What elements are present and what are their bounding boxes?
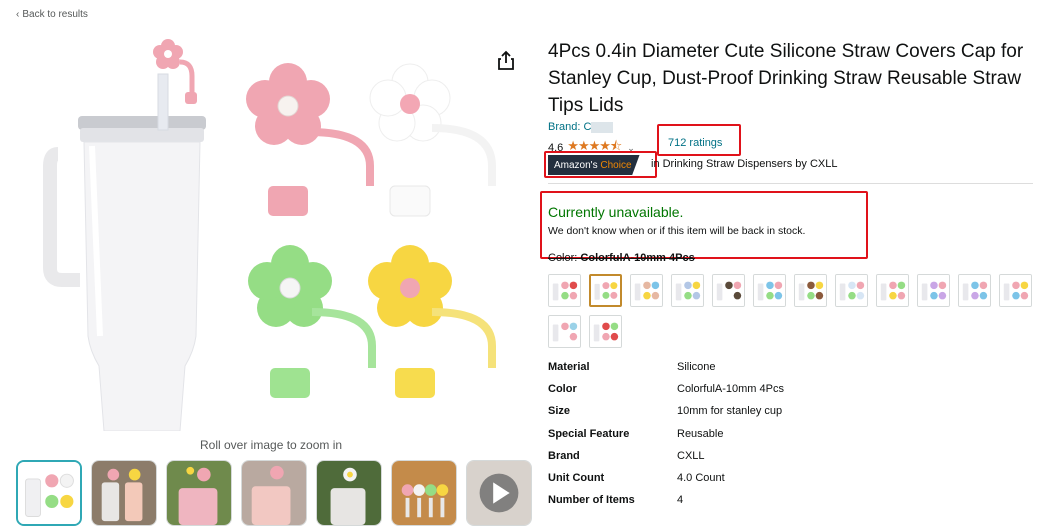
- selected-color-label: Color: ColorfulA-10mm 4Pcs: [548, 252, 695, 264]
- spec-row: Size 10mm for stanley cup: [548, 400, 784, 422]
- spec-row: Special Feature Reusable: [548, 423, 784, 445]
- divider: [548, 183, 1033, 184]
- annotation-box-availability: [540, 191, 868, 259]
- color-swatch[interactable]: [630, 274, 663, 307]
- spec-value: 10mm for stanley cup: [677, 405, 783, 418]
- thumbnail-1[interactable]: [16, 460, 82, 526]
- color-swatch[interactable]: [548, 315, 581, 348]
- annotation-box-badge: [544, 151, 657, 178]
- color-swatch[interactable]: [589, 315, 622, 348]
- spec-key: Size: [548, 405, 571, 418]
- spec-value: 4.0 Count: [677, 472, 725, 485]
- spec-key: Material: [548, 361, 590, 374]
- color-swatch[interactable]: [999, 274, 1032, 307]
- spec-value: Silicone: [677, 361, 716, 374]
- color-swatch[interactable]: [835, 274, 868, 307]
- spec-key: Unit Count: [548, 472, 605, 485]
- thumbnail-strip: [16, 460, 532, 526]
- color-swatch[interactable]: [876, 274, 909, 307]
- annotation-box-ratings: [657, 124, 741, 156]
- white-flower-cap: [369, 63, 496, 217]
- color-swatch[interactable]: [917, 274, 950, 307]
- spec-key: Brand: [548, 449, 580, 462]
- product-title: 4Pcs 0.4in Diameter Cute Silicone Straw …: [548, 41, 1024, 116]
- green-flower-cap: [248, 245, 376, 398]
- spec-value: ColorfulA-10mm 4Pcs: [677, 383, 784, 396]
- color-swatch[interactable]: [671, 274, 704, 307]
- badge-category-link[interactable]: in Drinking Straw Dispensers by CXLL: [651, 158, 837, 170]
- thumbnail-2[interactable]: [91, 460, 157, 526]
- zoom-hint: Roll over image to zoom in: [200, 438, 343, 452]
- thumbnail-4[interactable]: [241, 460, 307, 526]
- spec-value: CXLL: [677, 449, 705, 462]
- color-swatch[interactable]: [712, 274, 745, 307]
- thumbnail-3[interactable]: [166, 460, 232, 526]
- spec-table: Material Silicone Color ColorfulA-10mm 4Pcs…: [548, 356, 784, 511]
- chevron-left-icon: ‹: [16, 9, 20, 20]
- color-swatch[interactable]: [958, 274, 991, 307]
- spec-value: Reusable: [677, 427, 724, 440]
- thumbnail-5[interactable]: [316, 460, 382, 526]
- spec-row: Material Silicone: [548, 356, 784, 378]
- yellow-flower-cap: [368, 245, 496, 398]
- color-swatch[interactable]: [753, 274, 786, 307]
- main-product-image[interactable]: [40, 36, 500, 432]
- pink-flower-cap: [246, 63, 374, 216]
- redacted-brand: [591, 121, 614, 133]
- spec-key: Special Feature: [548, 427, 630, 440]
- color-swatch[interactable]: [794, 274, 827, 307]
- spec-key: Color: [548, 383, 577, 396]
- back-label: Back to results: [22, 9, 88, 20]
- brand-link[interactable]: Brand: C: [548, 121, 614, 133]
- spec-row: Number of Items 4: [548, 489, 784, 511]
- tumbler-illustration: [43, 39, 206, 432]
- spec-key: Number of Items: [548, 494, 635, 507]
- video-thumbnail[interactable]: [466, 460, 532, 526]
- spec-value: 4: [677, 494, 684, 507]
- spec-row: Unit Count 4.0 Count: [548, 467, 784, 489]
- thumbnail-6[interactable]: [391, 460, 457, 526]
- back-to-results-link[interactable]: ‹ Back to results: [16, 9, 88, 20]
- share-icon[interactable]: [496, 50, 516, 72]
- about-section-heading-peek: [548, 524, 551, 531]
- color-swatches: [548, 274, 1038, 348]
- spec-row: Brand CXLL: [548, 445, 784, 467]
- color-swatch[interactable]: [548, 274, 581, 307]
- color-swatch[interactable]: [589, 274, 622, 307]
- spec-row: Color ColorfulA-10mm 4Pcs: [548, 378, 784, 400]
